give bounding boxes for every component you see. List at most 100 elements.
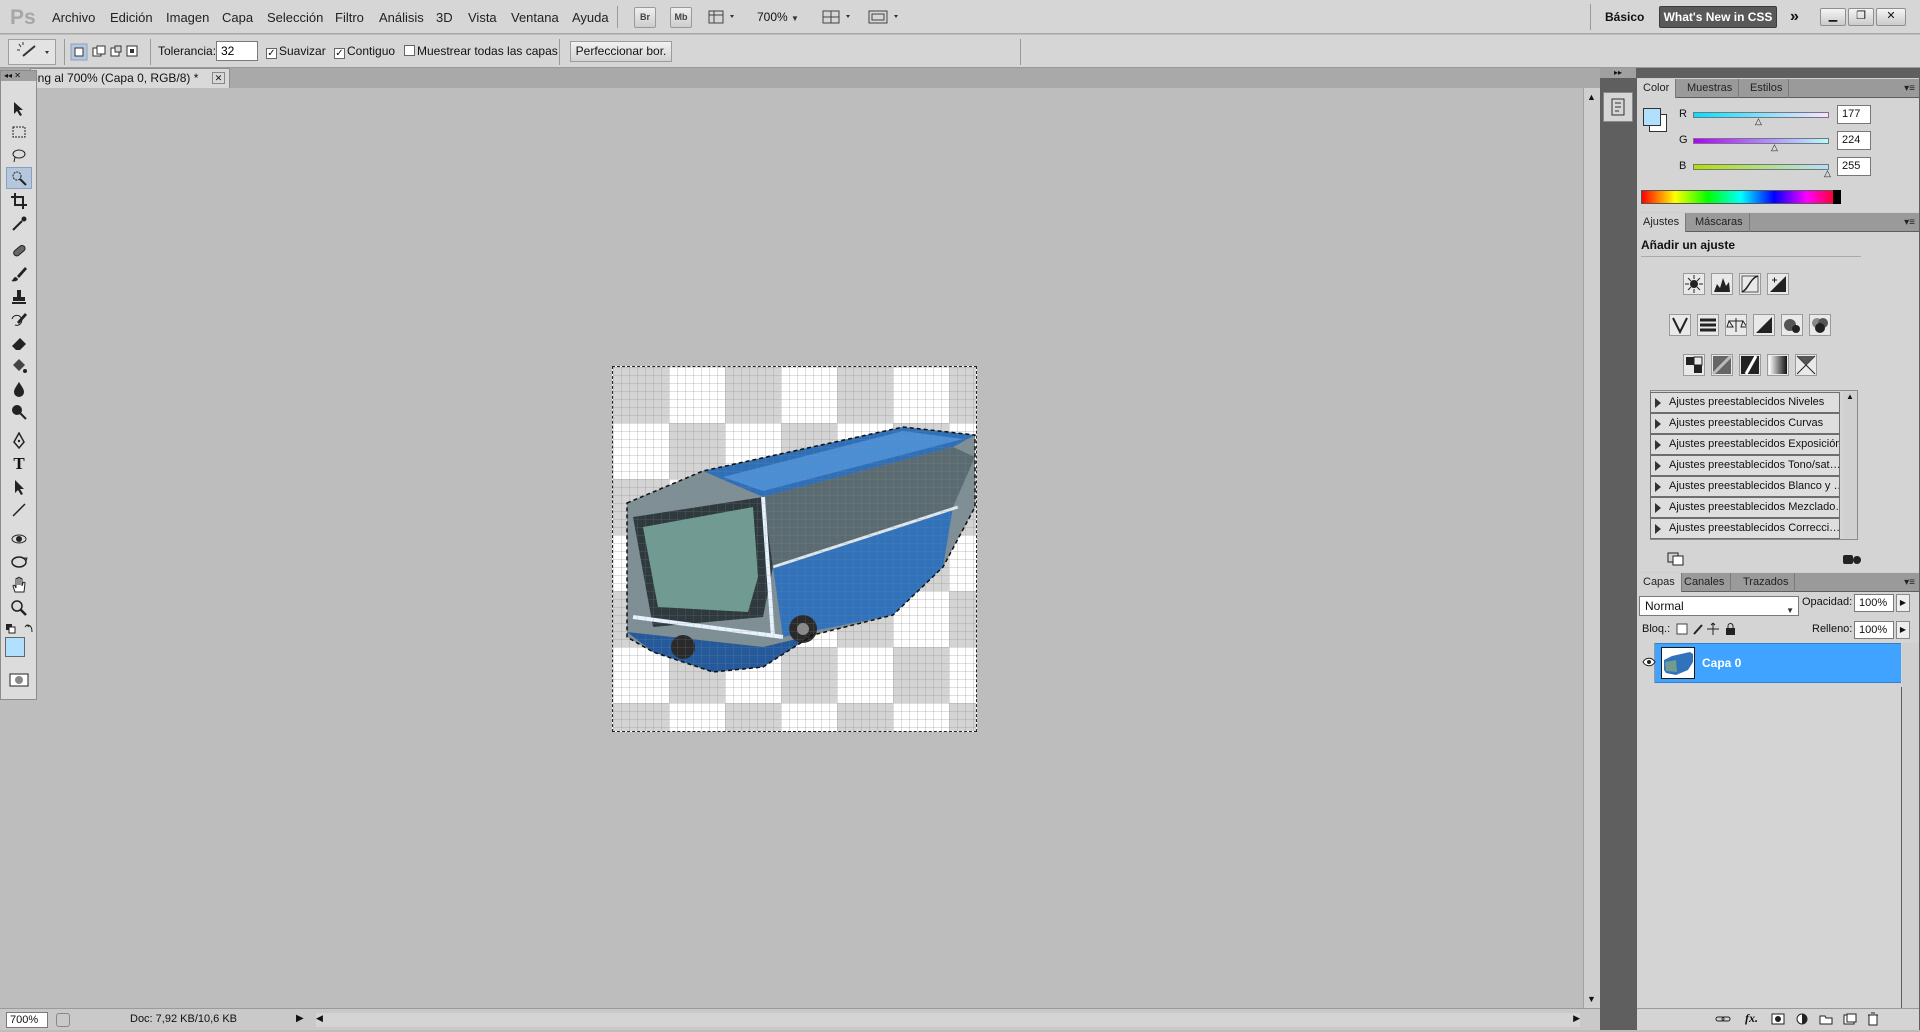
curves-icon[interactable] [1739, 273, 1761, 295]
dodge-tool-icon[interactable] [6, 401, 32, 423]
status-info-icon[interactable] [56, 1013, 70, 1027]
tolerance-input[interactable] [216, 41, 258, 61]
restore-button[interactable]: ❐ [1848, 8, 1874, 26]
sample-all-layers-checkbox[interactable]: Muestrear todas las capas [404, 44, 558, 58]
layer-style-icon[interactable]: fx. [1745, 1011, 1758, 1026]
layers-scrollbar[interactable] [1902, 643, 1919, 683]
b-slider-handle-icon[interactable]: △ [1824, 168, 1831, 179]
adjust-view-icon[interactable] [1842, 552, 1862, 566]
menu-seleccion[interactable]: Selección [267, 10, 323, 25]
invert-icon[interactable] [1683, 354, 1705, 376]
pen-tool-icon[interactable] [6, 430, 32, 452]
menu-analisis[interactable]: Análisis [379, 10, 424, 25]
hue-saturation-icon[interactable] [1697, 314, 1719, 336]
scroll-up-icon[interactable]: ▲ [1587, 92, 1596, 102]
new-adjustment-layer-icon[interactable] [1795, 1013, 1809, 1025]
horizontal-scrollbar[interactable]: ◀ ▶ [316, 1013, 1580, 1027]
b-value-field[interactable]: 255 [1837, 157, 1871, 176]
posterize-icon[interactable] [1711, 354, 1733, 376]
scroll-down-icon[interactable]: ▼ [1587, 994, 1596, 1004]
history-panel-button[interactable] [1603, 92, 1633, 122]
foreground-color-swatch[interactable] [5, 637, 25, 657]
close-tab-icon[interactable]: ✕ [212, 72, 225, 84]
gradient-map-icon[interactable] [1767, 354, 1789, 376]
layer-mask-icon[interactable] [1771, 1013, 1785, 1025]
zoom-tool-icon[interactable] [6, 597, 32, 619]
workspace-basico[interactable]: Básico [1605, 10, 1644, 24]
path-selection-tool-icon[interactable] [6, 476, 32, 498]
scroll-left-icon[interactable]: ◀ [316, 1013, 323, 1024]
tab-muestras[interactable]: Muestras [1681, 79, 1740, 98]
selective-color-icon[interactable] [1795, 354, 1817, 376]
scroll-right-icon[interactable]: ▶ [1573, 1013, 1580, 1024]
minibridge-button[interactable]: Mb [670, 7, 692, 28]
layer-name[interactable]: Capa 0 [1702, 656, 1741, 670]
layer-visibility-eye-icon[interactable] [1642, 656, 1656, 668]
layer-thumbnail[interactable] [1661, 647, 1695, 679]
preset-exposicion[interactable]: Ajustes preestablecidos Exposición [1650, 434, 1840, 455]
menu-vista[interactable]: Vista [468, 10, 497, 25]
presets-scrollbar[interactable]: ▲ [1843, 392, 1857, 538]
opacity-field[interactable]: 100% [1854, 594, 1894, 612]
adjust-clip-icon[interactable] [1667, 552, 1685, 566]
menu-imagen[interactable]: Imagen [166, 10, 209, 25]
r-slider-handle-icon[interactable]: △ [1755, 116, 1762, 127]
menu-capa[interactable]: Capa [222, 10, 253, 25]
blur-tool-icon[interactable] [6, 378, 32, 400]
menu-filtro[interactable]: Filtro [335, 10, 364, 25]
view-extras-button[interactable] [708, 10, 738, 24]
tool-preset-picker[interactable] [8, 39, 56, 65]
preset-niveles[interactable]: Ajustes preestablecidos Niveles [1650, 392, 1840, 413]
g-slider[interactable] [1693, 138, 1829, 144]
vertical-scrollbar[interactable]: ▲ ▼ [1583, 88, 1600, 1008]
screen-mode-button[interactable] [868, 10, 902, 24]
document-canvas[interactable] [612, 366, 977, 732]
line-tool-icon[interactable] [6, 499, 32, 521]
zoom-level-select[interactable]: 700% ▼ [757, 10, 799, 24]
checkbox-checked-icon[interactable]: ✓ [266, 48, 277, 59]
menu-edicion[interactable]: Edición [110, 10, 153, 25]
document-tab[interactable]: png al 700% (Capa 0, RGB/8) * ✕ [30, 68, 230, 88]
channel-mixer-icon[interactable] [1809, 314, 1831, 336]
preset-curvas[interactable]: Ajustes preestablecidos Curvas [1650, 413, 1840, 434]
brush-tool-icon[interactable] [6, 263, 32, 285]
delete-layer-icon[interactable] [1867, 1012, 1879, 1026]
panel-menu-icon[interactable]: ▾≡ [1904, 83, 1915, 94]
tab-capas[interactable]: Capas [1637, 573, 1682, 592]
levels-icon[interactable] [1711, 273, 1733, 295]
b-slider[interactable] [1693, 164, 1829, 170]
preset-blanco-negro[interactable]: Ajustes preestablecidos Blanco y … [1650, 476, 1840, 497]
marquee-tool-icon[interactable] [6, 121, 32, 143]
tab-estilos[interactable]: Estilos [1744, 79, 1790, 98]
eraser-tool-icon[interactable] [6, 332, 32, 354]
threshold-icon[interactable] [1739, 354, 1761, 376]
spectrum-black-white[interactable] [1833, 190, 1841, 204]
blend-mode-select[interactable]: Normal ▼ [1639, 596, 1799, 616]
minimize-button[interactable]: ▁ [1820, 8, 1846, 26]
quick-mask-icon[interactable] [9, 672, 29, 688]
hand-tool-icon[interactable] [6, 574, 32, 596]
crop-tool-icon[interactable] [6, 190, 32, 212]
menu-ventana[interactable]: Ventana [511, 10, 559, 25]
checkbox-checked-icon[interactable]: ✓ [334, 48, 345, 59]
r-value-field[interactable]: 177 [1837, 105, 1871, 124]
color-fg-swatch[interactable] [1643, 108, 1661, 126]
eyedropper-tool-icon[interactable] [6, 213, 32, 235]
photo-filter-icon[interactable] [1781, 314, 1803, 336]
clone-stamp-tool-icon[interactable] [6, 286, 32, 308]
arrange-documents-button[interactable] [822, 10, 854, 24]
more-workspaces-icon[interactable]: » [1790, 8, 1799, 26]
checkbox-unchecked-icon[interactable] [404, 45, 415, 56]
quick-selection-tool-icon[interactable] [6, 167, 32, 189]
refine-edge-button[interactable]: Perfeccionar bor. [570, 41, 672, 62]
vibrance-icon[interactable] [1669, 314, 1691, 336]
preset-mezclador[interactable]: Ajustes preestablecidos Mezclado… [1650, 497, 1840, 518]
zoom-field[interactable]: 700% [6, 1012, 48, 1028]
color-balance-icon[interactable] [1725, 314, 1747, 336]
black-white-icon[interactable] [1753, 314, 1775, 336]
panel-menu-icon[interactable]: ▾≡ [1904, 217, 1915, 228]
g-value-field[interactable]: 224 [1837, 131, 1871, 150]
color-spectrum-bar[interactable] [1641, 190, 1841, 204]
link-layers-icon[interactable] [1715, 1013, 1731, 1025]
brightness-contrast-icon[interactable] [1683, 273, 1705, 295]
